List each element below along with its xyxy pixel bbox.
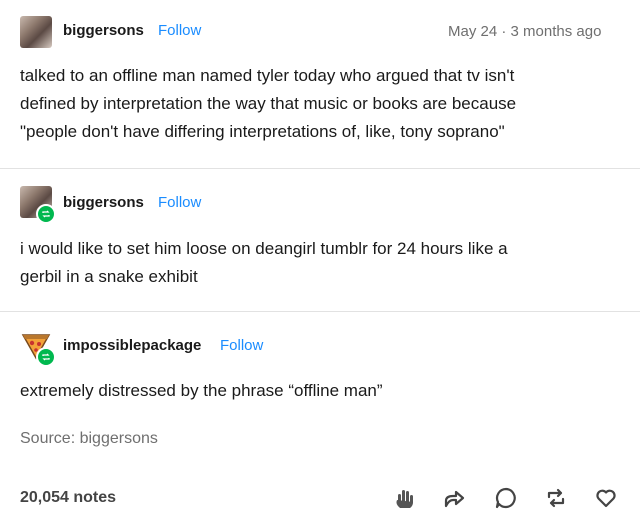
divider (0, 311, 640, 312)
post-date: May 24 (448, 23, 498, 40)
post-timestamp[interactable]: May 24 · 3 months ago (448, 23, 601, 40)
blaze-icon[interactable] (389, 483, 419, 513)
reblog-icon[interactable] (541, 483, 571, 513)
post-age: 3 months ago (510, 23, 602, 40)
post-body: i would like to set him loose on deangir… (20, 235, 620, 291)
reply-icon[interactable] (491, 483, 521, 513)
post-username[interactable]: biggersons (63, 194, 144, 211)
post-line: i would like to set him loose on deangir… (20, 239, 508, 258)
reblog-badge-icon (36, 204, 56, 224)
share-icon[interactable] (439, 483, 469, 513)
post-line: "people don't have differing interpretat… (20, 122, 505, 141)
post-body: talked to an offline man named tyler tod… (20, 62, 620, 146)
post-line: gerbil in a snake exhibit (20, 267, 198, 286)
like-icon[interactable] (591, 483, 621, 513)
post-username[interactable]: biggersons (63, 22, 144, 39)
post-line: extremely distressed by the phrase “offl… (20, 381, 383, 400)
avatar-image (20, 16, 52, 48)
post-username[interactable]: impossiblepackage (63, 337, 201, 354)
timestamp-separator: · (501, 23, 507, 40)
post-line: defined by interpretation the way that m… (20, 94, 517, 113)
post-line: talked to an offline man named tyler tod… (20, 66, 515, 85)
source-link[interactable]: Source: biggersons (20, 430, 158, 448)
post-body: extremely distressed by the phrase “offl… (20, 377, 620, 405)
avatar[interactable] (20, 16, 52, 48)
follow-button[interactable]: Follow (158, 22, 201, 39)
divider (0, 168, 640, 169)
reblog-badge-icon (36, 347, 56, 367)
follow-button[interactable]: Follow (220, 337, 263, 354)
follow-button[interactable]: Follow (158, 194, 201, 211)
notes-count[interactable]: 20,054 notes (20, 489, 116, 507)
